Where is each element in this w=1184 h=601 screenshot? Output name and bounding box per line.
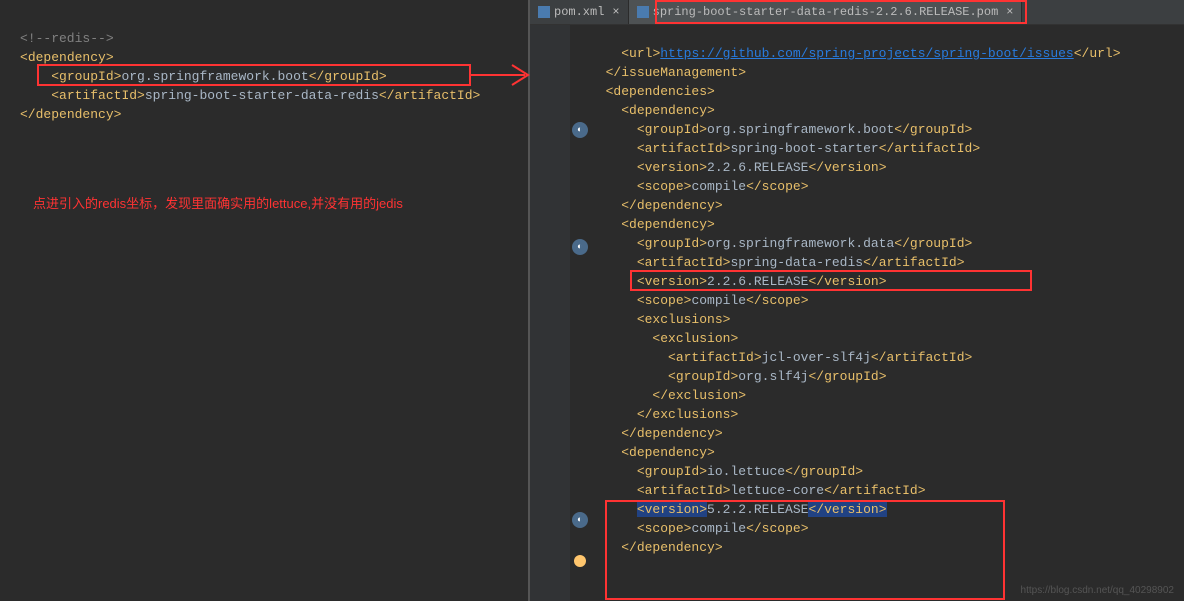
url-tag: url: [629, 46, 652, 61]
url-value[interactable]: https://github.com/spring-projects/sprin…: [660, 46, 1073, 61]
dep2-artifactid: spring-data-redis: [730, 255, 863, 270]
exclusion-tag: exclusion: [660, 331, 730, 346]
fold-gutter: ◐ ◐ ◐: [570, 25, 590, 601]
dep1-version: 2.2.6.RELEASE: [707, 160, 808, 175]
dependency-tag: dependency: [629, 217, 707, 232]
groupid-value: org.springframework.boot: [121, 69, 308, 84]
tab-pom-xml[interactable]: pom.xml ×: [530, 0, 629, 24]
exclusions-tag: exclusions: [645, 312, 723, 327]
excl-artifactid: jcl-over-slf4j: [762, 350, 871, 365]
dependency-tag: dependency: [629, 103, 707, 118]
issue-mgmt-tag: issueManagement: [621, 65, 738, 80]
dep2-scope: compile: [691, 293, 746, 308]
fold-icon[interactable]: ◐: [572, 239, 588, 255]
dependency-open-tag: dependency: [28, 50, 106, 65]
artifactid-value: spring-boot-starter-data-redis: [145, 88, 379, 103]
dep3-scope: compile: [691, 521, 746, 536]
dep3-artifactid: lettuce-core: [730, 483, 824, 498]
close-icon[interactable]: ×: [612, 5, 619, 19]
dep3-groupid: io.lettuce: [707, 464, 785, 479]
right-code-area[interactable]: <url>https://github.com/spring-projects/…: [590, 25, 1184, 557]
dep2-version: 2.2.6.RELEASE: [707, 274, 808, 289]
fold-icon[interactable]: ◐: [572, 512, 588, 528]
dep1-artifactid: spring-boot-starter: [730, 141, 878, 156]
tab-redis-pom[interactable]: spring-boot-starter-data-redis-2.2.6.REL…: [629, 0, 1023, 24]
dep2-groupid: org.springframework.data: [707, 236, 894, 251]
maven-icon: [637, 6, 649, 18]
groupid-tag: groupId: [59, 69, 114, 84]
artifactid-tag: artifactId: [59, 88, 137, 103]
dependency-tag: dependency: [629, 445, 707, 460]
dep3-version: 5.2.2.RELEASE: [707, 502, 808, 517]
maven-icon: [538, 6, 550, 18]
dependencies-tag: dependencies: [613, 84, 707, 99]
dependency-close-tag: dependency: [36, 107, 114, 122]
xml-comment: <!--redis-->: [20, 31, 114, 46]
left-editor-pane: <!--redis--> <dependency> <groupId>org.s…: [0, 0, 530, 601]
excl-groupid: org.slf4j: [738, 369, 808, 384]
tab-label: pom.xml: [554, 5, 604, 19]
intention-bulb-icon[interactable]: [574, 555, 586, 567]
right-editor-pane: pom.xml × spring-boot-starter-data-redis…: [530, 0, 1184, 601]
editor-tabs: pom.xml × spring-boot-starter-data-redis…: [530, 0, 1184, 25]
left-code-area[interactable]: <!--redis--> <dependency> <groupId>org.s…: [10, 10, 528, 124]
fold-icon[interactable]: ◐: [572, 122, 588, 138]
line-number-gutter: [530, 25, 570, 601]
dep1-groupid: org.springframework.boot: [707, 122, 894, 137]
dep1-scope: compile: [691, 179, 746, 194]
annotation-text: 点进引入的redis坐标，发现里面确实用的lettuce,并没有用的jedis: [33, 193, 403, 212]
close-icon[interactable]: ×: [1006, 5, 1013, 19]
watermark-text: https://blog.csdn.net/qq_40298902: [1021, 585, 1174, 596]
tab-label: spring-boot-starter-data-redis-2.2.6.REL…: [653, 5, 999, 19]
